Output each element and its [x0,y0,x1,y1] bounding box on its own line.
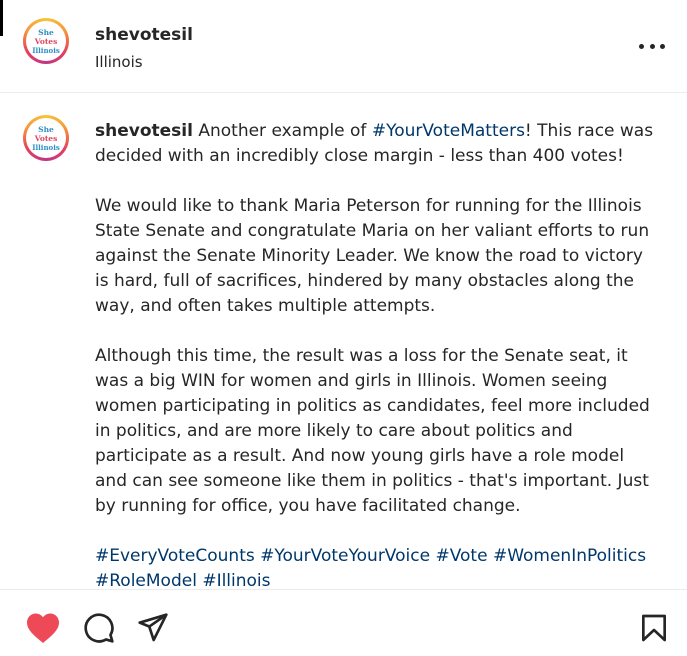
hashtag-link[interactable]: #YourVoteMatters [372,121,525,141]
more-options-icon[interactable] [639,33,665,59]
comment-icon[interactable] [83,612,115,648]
post-username[interactable]: shevotesil [95,25,193,45]
post-caption: shevotesil Another example of #YourVoteM… [95,119,655,619]
post-location[interactable]: Illinois [95,53,143,71]
hashtag-link[interactable]: #Illinois [202,571,270,591]
caption-username[interactable]: shevotesil [95,121,193,141]
hashtag-link[interactable]: #WomenInPolitics [493,546,646,566]
avatar-text-votes: Votes [34,36,58,46]
avatar-text-illinois: Illinois [32,45,60,55]
caption-avatar[interactable]: She Votes Illinois [23,115,69,161]
share-icon[interactable] [137,612,169,648]
post-actions [0,589,687,656]
avatar[interactable]: She Votes Illinois [23,18,69,64]
more-dot [639,43,644,49]
caption-paragraph-2: We would like to thank Maria Peterson fo… [95,196,650,316]
hashtag-link[interactable]: #RoleModel [95,571,197,591]
caption-paragraph-1: shevotesil Another example of #YourVoteM… [95,119,655,169]
hashtag-link[interactable]: #EveryVoteCounts [95,546,255,566]
caption-text: Another example of [192,121,372,141]
avatar-logo: She Votes Illinois [26,21,66,61]
hashtag-link[interactable]: #YourVoteYourVoice [260,546,430,566]
hashtag-link[interactable]: #Vote [435,546,487,566]
post-header: She Votes Illinois shevotesil Illinois [0,0,687,93]
heart-filled-icon[interactable] [25,612,61,648]
avatar-text-she: She [38,27,54,37]
avatar-text-she: She [38,124,54,134]
avatar-text-illinois: Illinois [32,142,60,152]
avatar-text-votes: Votes [34,133,58,143]
caption-hashtags: #EveryVoteCounts #YourVoteYourVoice #Vot… [95,544,655,594]
bookmark-icon[interactable] [638,612,670,648]
caption-paragraph-3: Although this time, the result was a los… [95,346,650,516]
avatar-logo: She Votes Illinois [26,118,66,158]
more-dot [660,43,665,49]
more-dot [649,43,655,49]
caption-area: She Votes Illinois shevotesil Another ex… [0,93,687,591]
